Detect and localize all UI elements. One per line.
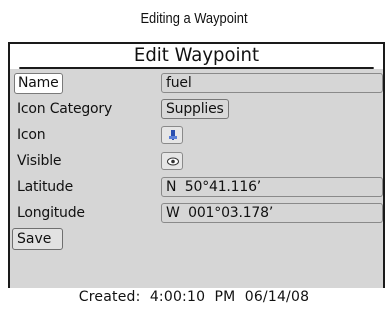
name-field[interactable]: fuel bbox=[161, 73, 383, 93]
longitude-label[interactable]: Longitude bbox=[14, 203, 88, 224]
visible-row: Visible bbox=[10, 149, 383, 176]
icon-selector-button[interactable] bbox=[161, 126, 183, 144]
save-button[interactable]: Save bbox=[12, 228, 63, 250]
waypoint-dialog: Edit Waypoint Name fuel Icon Category Su… bbox=[8, 42, 385, 288]
latitude-field[interactable]: N 50°41.116’ bbox=[161, 177, 383, 197]
icon-category-label[interactable]: Icon Category bbox=[14, 99, 115, 120]
eye-icon bbox=[167, 157, 179, 166]
icon-row: Icon bbox=[10, 123, 383, 150]
name-row: Name fuel bbox=[10, 71, 383, 98]
longitude-field[interactable]: W 001°03.178’ bbox=[161, 203, 383, 223]
save-row: Save bbox=[10, 226, 383, 253]
icon-label[interactable]: Icon bbox=[14, 125, 48, 146]
latitude-label[interactable]: Latitude bbox=[14, 177, 76, 198]
name-label[interactable]: Name bbox=[14, 73, 63, 94]
waypoint-pin-icon bbox=[169, 130, 177, 140]
visible-toggle[interactable] bbox=[161, 152, 183, 170]
page-title: Editing a Waypoint bbox=[140, 10, 248, 27]
icon-category-button[interactable]: Supplies bbox=[161, 99, 229, 119]
dialog-body: Name fuel Icon Category Supplies Icon Vi… bbox=[10, 69, 383, 288]
longitude-row: Longitude W 001°03.178’ bbox=[10, 201, 383, 228]
icon-category-row: Icon Category Supplies bbox=[10, 97, 383, 124]
visible-label[interactable]: Visible bbox=[14, 151, 64, 172]
dialog-header: Edit Waypoint bbox=[19, 44, 374, 69]
latitude-row: Latitude N 50°41.116’ bbox=[10, 175, 383, 202]
created-timestamp: Created: 4:00:10 PM 06/14/08 bbox=[78, 289, 310, 305]
